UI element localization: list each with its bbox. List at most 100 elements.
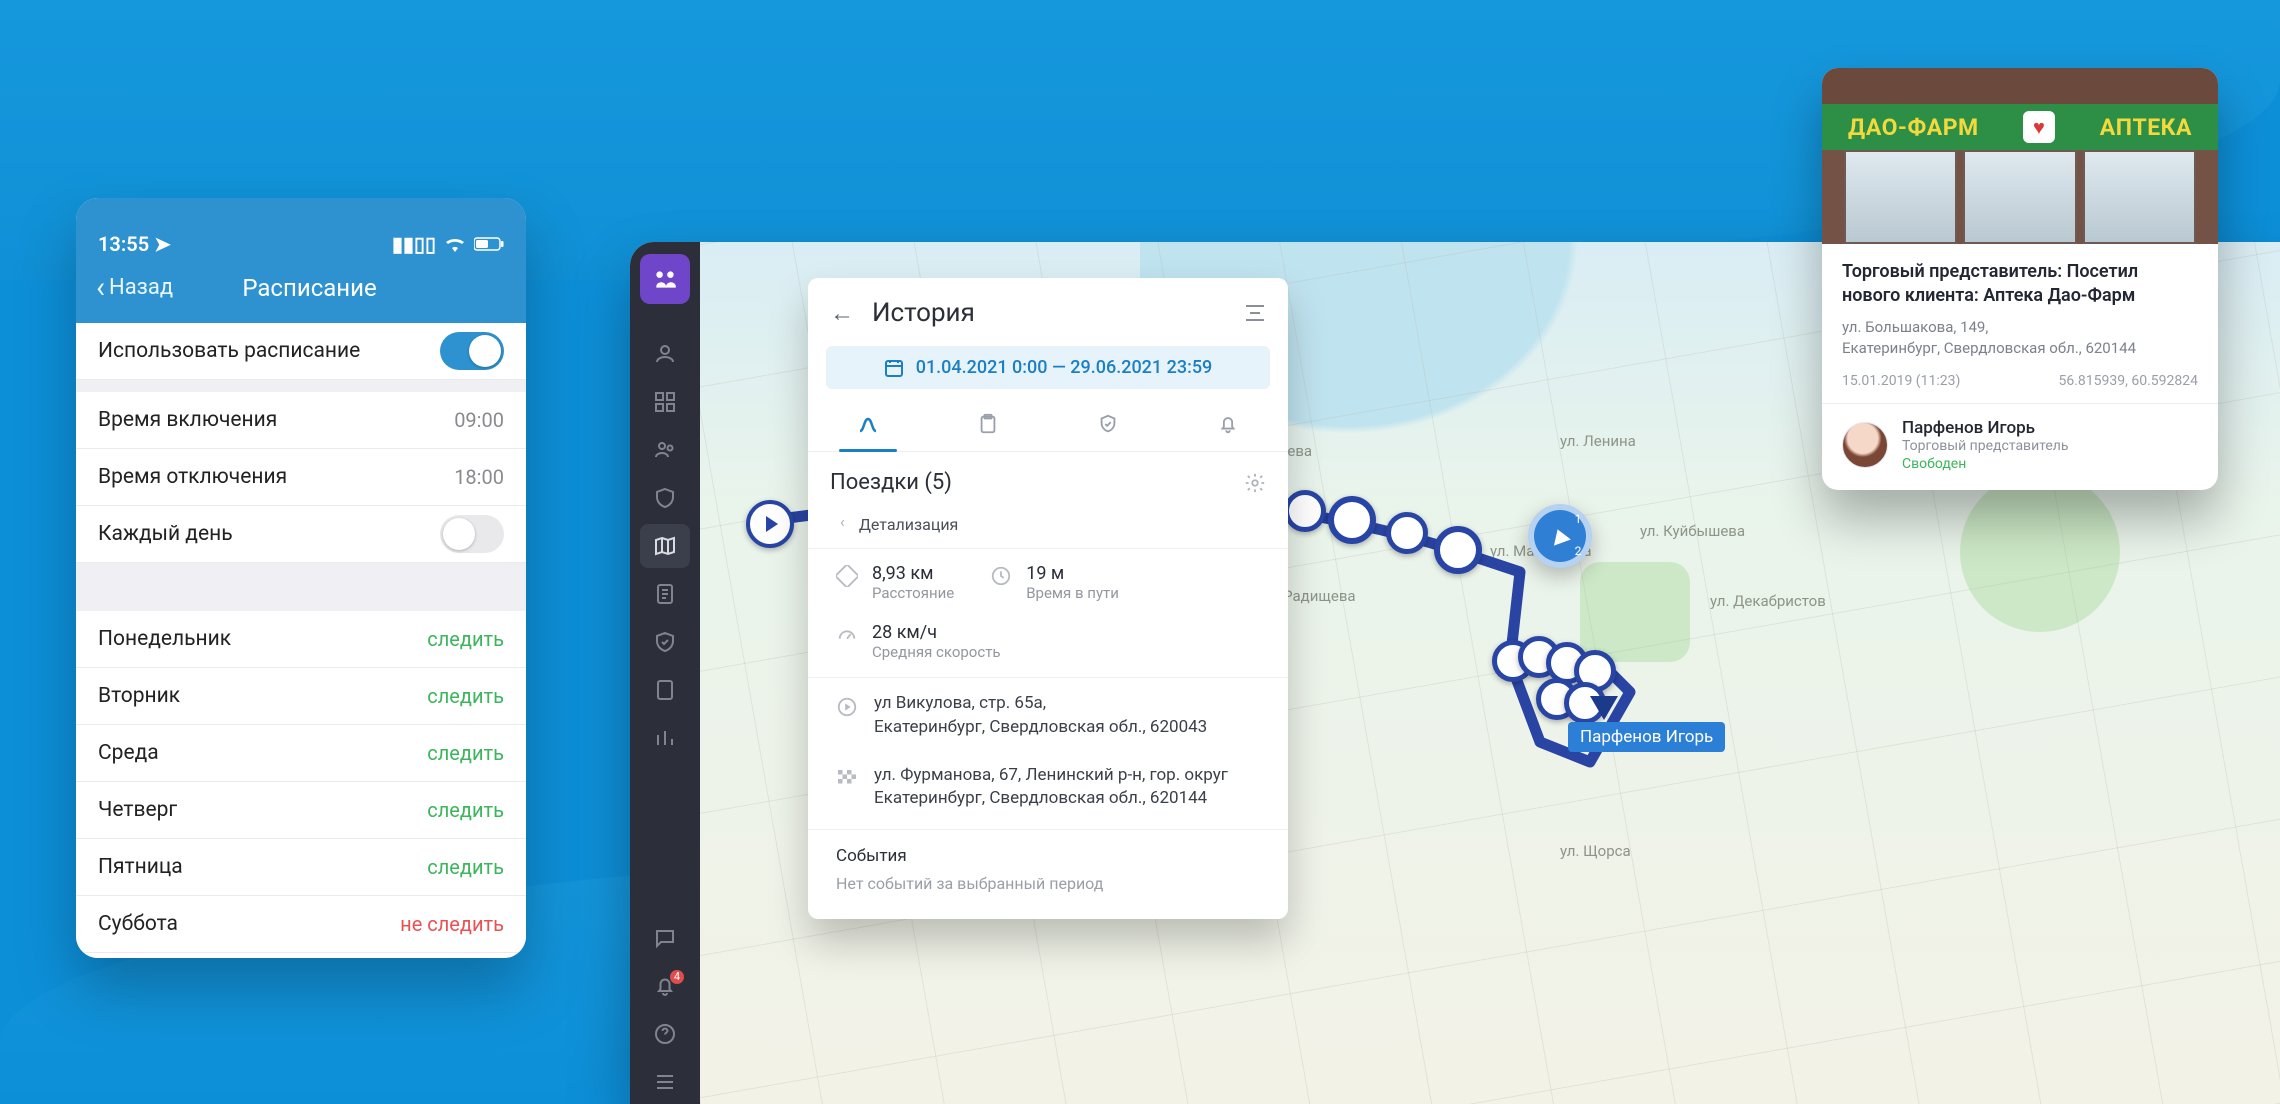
status-time: 13:55 ➤ bbox=[98, 232, 171, 256]
sidebar-logo[interactable] bbox=[640, 254, 690, 304]
stat-speed: 28 км/чСредняя скорость bbox=[836, 622, 1001, 661]
use-schedule-label: Использовать расписание bbox=[98, 339, 360, 363]
sidebar-item-team[interactable] bbox=[640, 428, 690, 472]
gear-icon[interactable] bbox=[1244, 472, 1266, 494]
row-time-on[interactable]: Время включения 09:00 bbox=[76, 392, 526, 449]
sidebar-collapse[interactable] bbox=[640, 1060, 690, 1104]
tab-clipboard[interactable] bbox=[928, 399, 1048, 451]
day-label: Среда bbox=[98, 741, 159, 765]
day-label: Вторник bbox=[98, 684, 180, 708]
end-label: Парфенов Игорь bbox=[1568, 722, 1725, 752]
route-marker[interactable] bbox=[1386, 512, 1428, 554]
history-back-button[interactable]: ← bbox=[830, 299, 854, 328]
route-marker[interactable] bbox=[1328, 496, 1376, 544]
row-time-off[interactable]: Время отключения 18:00 bbox=[76, 449, 526, 506]
row-every-day[interactable]: Каждый день bbox=[76, 506, 526, 563]
sidebar-item-help[interactable] bbox=[640, 1012, 690, 1056]
day-row[interactable]: Пятницаследить bbox=[76, 839, 526, 896]
cluster-count-2: 2 bbox=[1568, 544, 1588, 558]
avatar bbox=[1842, 422, 1888, 468]
sidebar-item-profile[interactable] bbox=[640, 332, 690, 376]
sidebar-item-reports[interactable] bbox=[640, 572, 690, 616]
card-timestamp: 15.01.2019 (11:23) bbox=[1842, 373, 1960, 389]
distance-icon bbox=[836, 565, 858, 587]
cluster-count-1: 1 bbox=[1568, 512, 1588, 526]
events-heading: События bbox=[836, 846, 1266, 866]
day-label: Суббота bbox=[98, 912, 178, 936]
day-row[interactable]: Воскресеньене следить bbox=[76, 953, 526, 958]
day-row[interactable]: Суббота не следить bbox=[76, 896, 526, 953]
tab-route[interactable] bbox=[808, 399, 928, 451]
clock-icon bbox=[990, 565, 1012, 587]
tab-shield[interactable] bbox=[1048, 399, 1168, 451]
trips-title: Поездки (5) bbox=[830, 470, 952, 495]
stats-row: 8,93 кмРасстояние 19 мВремя в пути bbox=[808, 548, 1288, 608]
date-range-text: 01.04.2021 0:00 — 29.06.2021 23:59 bbox=[916, 357, 1213, 378]
wifi-icon bbox=[444, 235, 466, 253]
day-status: следить bbox=[427, 627, 504, 651]
calendar-icon bbox=[884, 358, 904, 378]
sidebar-item-chat[interactable] bbox=[640, 916, 690, 960]
detail-toggle[interactable]: › Детализация bbox=[808, 501, 1288, 538]
day-row[interactable]: Вторник следить bbox=[76, 668, 526, 725]
heart-icon: ♥ bbox=[2023, 111, 2055, 143]
route-end[interactable]: Парфенов Игорь bbox=[1568, 696, 1725, 752]
history-tabs bbox=[808, 399, 1288, 452]
route-marker[interactable] bbox=[1284, 490, 1326, 532]
date-range-chip[interactable]: 01.04.2021 0:00 — 29.06.2021 23:59 bbox=[826, 346, 1270, 389]
stat-duration: 19 мВремя в пути bbox=[990, 563, 1119, 602]
phone-nav: ‹ Назад Расписание bbox=[76, 256, 526, 323]
store-photo: ДАО-ФАРМ ♥ АПТЕКА bbox=[1822, 68, 2218, 244]
finish-icon bbox=[836, 768, 858, 790]
time-on-value: 09:00 bbox=[454, 408, 504, 432]
notification-badge: 4 bbox=[670, 970, 684, 984]
every-day-label: Каждый день bbox=[98, 522, 233, 546]
tab-bell[interactable] bbox=[1168, 399, 1288, 451]
sign-right: АПТЕКА bbox=[2100, 114, 2192, 141]
day-status: не следить bbox=[400, 912, 504, 936]
time-on-label: Время включения bbox=[98, 408, 277, 432]
day-label: Понедельник bbox=[98, 627, 231, 651]
sidebar-item-shield[interactable] bbox=[640, 476, 690, 520]
sign-left: ДАО-ФАРМ bbox=[1848, 114, 1979, 141]
signal-icon: ▮▮▯▯ bbox=[392, 232, 436, 256]
events-section: События Нет событий за выбранный период bbox=[808, 829, 1288, 893]
sidebar-item-dashboard[interactable] bbox=[640, 380, 690, 424]
chevron-left-icon: › bbox=[840, 515, 845, 534]
sidebar-item-doc[interactable] bbox=[640, 668, 690, 712]
card-address: ул. Большакова, 149, Екатеринбург, Сверд… bbox=[1842, 317, 2198, 359]
phone-statusbar: 13:55 ➤ ▮▮▯▯ bbox=[76, 216, 526, 256]
time-off-value: 18:00 bbox=[454, 465, 504, 489]
time-off-label: Время отключения bbox=[98, 465, 287, 489]
day-status: следить bbox=[427, 684, 504, 708]
collapse-icon[interactable] bbox=[1244, 304, 1266, 322]
status-icons: ▮▮▯▯ bbox=[392, 232, 504, 256]
sidebar-item-notifications[interactable]: 4 bbox=[640, 964, 690, 1008]
every-day-toggle[interactable] bbox=[440, 515, 504, 553]
info-card: ДАО-ФАРМ ♥ АПТЕКА Торговый представитель… bbox=[1822, 68, 2218, 490]
start-icon bbox=[836, 696, 858, 718]
cluster-badge[interactable]: 1 2 bbox=[1528, 504, 1592, 568]
sidebar: 4 bbox=[630, 242, 700, 1104]
row-use-schedule[interactable]: Использовать расписание bbox=[76, 323, 526, 380]
card-user-row[interactable]: Парфенов Игорь Торговый представитель Св… bbox=[1822, 403, 2218, 490]
start-address: ул Викулова, стр. 65а, Екатеринбург, Све… bbox=[808, 677, 1288, 746]
phone-header: 13:55 ➤ ▮▮▯▯ ‹ Назад Расписание bbox=[76, 198, 526, 323]
end-address: ул. Фурманова, 67, Ленинский р-н, гор. о… bbox=[808, 750, 1288, 818]
sidebar-item-stats[interactable] bbox=[640, 716, 690, 760]
day-row[interactable]: Четвергследить bbox=[76, 782, 526, 839]
day-row[interactable]: Средаследить bbox=[76, 725, 526, 782]
sidebar-item-check[interactable] bbox=[640, 620, 690, 664]
day-row[interactable]: Понедельник следить bbox=[76, 611, 526, 668]
battery-icon bbox=[474, 237, 504, 251]
chevron-left-icon: ‹ bbox=[96, 270, 105, 305]
day-label: Четверг bbox=[98, 798, 177, 822]
route-marker[interactable] bbox=[1434, 526, 1482, 574]
speed-icon bbox=[836, 624, 858, 646]
user-role: Торговый представитель bbox=[1902, 438, 2068, 454]
card-title: Торговый представитель: Посетил нового к… bbox=[1842, 260, 2198, 309]
route-start-marker[interactable] bbox=[746, 500, 794, 548]
sidebar-item-map[interactable] bbox=[640, 524, 690, 568]
card-coords: 56.815939, 60.592824 bbox=[2058, 373, 2198, 389]
use-schedule-toggle[interactable] bbox=[440, 332, 504, 370]
